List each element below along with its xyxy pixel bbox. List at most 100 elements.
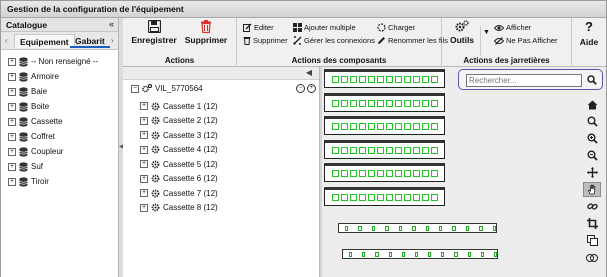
fiber-port[interactable] <box>368 146 375 154</box>
fiber-port[interactable] <box>368 123 375 130</box>
expand-icon[interactable]: + <box>140 116 148 125</box>
tools-button[interactable]: Outils <box>448 20 476 45</box>
fiber-port[interactable] <box>431 99 438 107</box>
tab-equipement[interactable]: Equipement <box>14 34 75 48</box>
fiber-port[interactable] <box>413 123 420 130</box>
fiber-port[interactable] <box>350 99 357 107</box>
expand-icon[interactable]: + <box>8 147 16 156</box>
strip-port[interactable] <box>479 225 483 231</box>
catalogue-item[interactable]: + Baie <box>8 84 118 99</box>
fiber-port[interactable] <box>377 146 384 154</box>
zoom-in-icon[interactable] <box>583 131 601 146</box>
catalogue-item[interactable]: + -- Non renseigné -- <box>8 54 118 69</box>
zoom-out-icon[interactable] <box>583 148 601 163</box>
fiber-port[interactable] <box>368 99 375 107</box>
fiber-port[interactable] <box>431 76 438 83</box>
strip-port[interactable] <box>385 225 389 231</box>
collapse-all-icon[interactable]: − <box>296 84 305 93</box>
fiber-port[interactable] <box>359 76 366 83</box>
show-button[interactable]: Afficher <box>494 23 531 32</box>
expand-icon[interactable]: + <box>140 102 148 110</box>
strip-port[interactable] <box>465 225 470 231</box>
strip-port[interactable] <box>441 251 445 257</box>
fiber-port[interactable] <box>413 193 420 201</box>
help-button[interactable]: ? Aide <box>576 20 602 48</box>
strip-port[interactable] <box>401 251 405 257</box>
fiber-port[interactable] <box>386 76 393 83</box>
fiber-port[interactable] <box>377 193 384 201</box>
expand-icon[interactable]: + <box>8 177 16 186</box>
fiber-port[interactable] <box>350 193 357 201</box>
collapse-icon[interactable]: − <box>131 84 139 93</box>
fiber-port[interactable] <box>377 76 384 83</box>
catalogue-item[interactable]: + Armoire <box>8 69 118 84</box>
expand-icon[interactable]: + <box>140 174 148 183</box>
catalogue-item[interactable]: + Coupleur <box>8 144 118 159</box>
fiber-port[interactable] <box>404 123 411 130</box>
toggle-icon[interactable] <box>583 250 601 265</box>
strip-port[interactable] <box>388 251 392 257</box>
fiber-port[interactable] <box>350 76 357 83</box>
expand-icon[interactable]: + <box>8 102 16 111</box>
fiber-port[interactable] <box>341 76 348 83</box>
fiber-port[interactable] <box>404 193 411 201</box>
fiber-port[interactable] <box>341 123 348 130</box>
component-delete-button[interactable]: Supprimer <box>243 36 288 45</box>
tree-item-cassette[interactable]: + Cassette 5 (12) <box>140 157 218 171</box>
fiber-port[interactable] <box>404 170 411 177</box>
strip-port[interactable] <box>425 225 429 231</box>
fiber-port[interactable] <box>341 170 348 177</box>
catalogue-item[interactable]: + Boite <box>8 99 118 114</box>
fiber-port[interactable] <box>341 193 348 201</box>
tree-item-cassette[interactable]: + Cassette 6 (12) <box>140 172 218 186</box>
fiber-port[interactable] <box>431 123 438 130</box>
fiber-port[interactable] <box>413 76 420 83</box>
fiber-port[interactable] <box>395 193 402 201</box>
cassette-visual[interactable] <box>324 139 445 159</box>
fiber-port[interactable] <box>359 170 366 177</box>
tree-item-cassette[interactable]: + Cassette 1 (12) <box>140 99 218 113</box>
fiber-port[interactable] <box>368 76 375 83</box>
cassette-visual[interactable] <box>324 116 445 135</box>
fiber-port[interactable] <box>377 123 384 130</box>
fiber-port[interactable] <box>332 170 339 177</box>
fiber-port[interactable] <box>350 146 357 154</box>
catalogue-item[interactable]: + Tiroir <box>8 174 118 189</box>
fiber-port[interactable] <box>368 193 375 201</box>
fiber-port[interactable] <box>422 170 429 177</box>
fiber-port[interactable] <box>341 99 348 107</box>
edit-button[interactable]: Editer <box>243 23 274 32</box>
tree-item-cassette[interactable]: + Cassette 7 (12) <box>140 186 218 200</box>
fiber-port[interactable] <box>395 123 402 130</box>
fiber-port[interactable] <box>332 193 339 201</box>
fiber-port[interactable] <box>386 99 393 107</box>
tree-item-cassette[interactable]: + Cassette 4 (12) <box>140 143 218 157</box>
fiber-port[interactable] <box>386 123 393 130</box>
fiber-port[interactable] <box>332 76 339 83</box>
fiber-port[interactable] <box>404 76 411 83</box>
expand-icon[interactable]: + <box>8 132 16 141</box>
tree-item-cassette[interactable]: + Cassette 3 (12) <box>140 128 218 142</box>
fiber-port[interactable] <box>395 170 402 177</box>
fiber-port[interactable] <box>413 170 420 177</box>
tree-item-cassette[interactable]: + Cassette 8 (12) <box>140 201 218 215</box>
strip-port[interactable] <box>358 225 362 231</box>
fiber-port[interactable] <box>413 99 420 107</box>
expand-icon[interactable]: + <box>140 189 148 197</box>
fiber-port[interactable] <box>359 99 366 107</box>
expand-all-icon[interactable]: + <box>307 84 316 93</box>
fiber-port[interactable] <box>332 99 339 107</box>
copy-icon[interactable] <box>583 233 601 248</box>
fiber-port[interactable] <box>341 146 348 154</box>
fiber-port[interactable] <box>386 170 393 177</box>
strip-port[interactable] <box>428 251 432 257</box>
fiber-port[interactable] <box>413 146 420 154</box>
expand-icon[interactable]: + <box>140 131 148 139</box>
strip-port[interactable] <box>480 251 484 257</box>
strip-port[interactable] <box>375 251 379 257</box>
fiber-port[interactable] <box>377 170 384 177</box>
tab-scroll-left-icon[interactable]: ‹ <box>5 36 8 45</box>
fiber-port[interactable] <box>431 193 438 201</box>
fiber-port[interactable] <box>359 146 366 154</box>
expand-icon[interactable]: + <box>8 162 16 171</box>
